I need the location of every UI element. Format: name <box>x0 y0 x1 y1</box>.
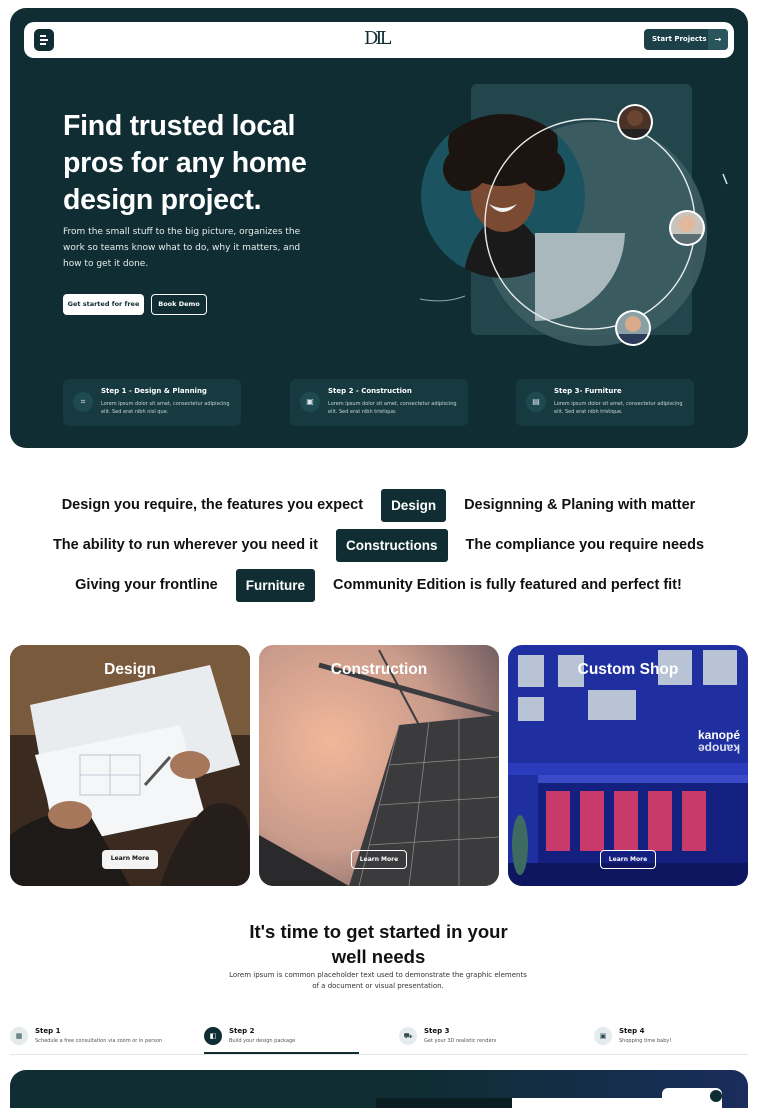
design-card[interactable]: Design Learn More <box>10 645 250 886</box>
cta-title-line2: well needs <box>331 946 426 967</box>
banner-dark-panel <box>376 1098 512 1108</box>
step-description: Lorem ipsum dolor sit amet, consectetur … <box>554 401 683 415</box>
tag-pill-furniture[interactable]: Furniture <box>235 568 315 602</box>
tagline-right: Designning & Planing with matter <box>464 497 696 513</box>
tab-title: Step 3 <box>424 1027 450 1035</box>
tagline-row: Design you require, the features you exp… <box>0 487 757 523</box>
step-card[interactable]: ⌗ Step 1 - Design & Planning Lorem ipsum… <box>63 379 241 426</box>
tagline-row: Giving your frontline Furniture Communit… <box>0 567 757 603</box>
tab-title: Step 1 <box>35 1027 61 1035</box>
cta-title-line1: It's time to get started in your <box>249 921 508 942</box>
hero-title: Find trusted local pros for any home des… <box>63 110 307 216</box>
hero-description: From the small stuff to the big picture,… <box>63 227 301 269</box>
card-title: Design <box>104 661 156 678</box>
learn-more-button[interactable]: Learn More <box>102 850 158 869</box>
learn-more-button[interactable]: Learn More <box>600 850 656 869</box>
book-demo-button[interactable]: Book Demo <box>151 294 207 315</box>
tagline-right: The compliance you require needs <box>465 537 705 553</box>
card-title: Construction <box>330 661 428 678</box>
hero-section: DIL Start Projects → Find trusted local … <box>10 8 748 448</box>
tagline-left: Design you require, the features you exp… <box>61 497 364 513</box>
steps-row: ⌗ Step 1 - Design & Planning Lorem ipsum… <box>63 379 696 427</box>
step-title: Step 2 - Construction <box>328 387 412 395</box>
document-icon: ◧ <box>204 1027 222 1045</box>
logo[interactable]: DIL <box>364 28 391 49</box>
tab-description: Get your 3D realistic renders <box>424 1038 497 1044</box>
tagline-right: Community Edition is fully featured and … <box>333 577 682 593</box>
calendar-icon: ▦ <box>10 1027 28 1045</box>
tag-pill-constructions[interactable]: Constructions <box>336 528 448 562</box>
tab-description: Shopping time baby! <box>619 1038 672 1044</box>
step-description: Lorem ipsum dolor sit amet, consectetur … <box>328 401 457 415</box>
tagline-row: The ability to run wherever you need it … <box>0 527 757 563</box>
process-tabs: ▦ Step 1 Schedule a free consultation vi… <box>10 1018 748 1055</box>
tab-title: Step 2 <box>229 1027 255 1035</box>
grid-icon: ⌗ <box>73 392 93 412</box>
bottom-banner <box>10 1070 748 1108</box>
card-title: Custom Shop <box>577 661 679 678</box>
start-projects-button[interactable]: Start Projects → <box>644 29 728 50</box>
construction-card[interactable]: Construction Learn More <box>259 645 499 886</box>
step-title: Step 3- Furniture <box>554 387 622 395</box>
step-title: Step 1 - Design & Planning <box>101 387 207 395</box>
pin-icon <box>710 1090 722 1102</box>
custom-shop-card[interactable]: kanopé ǝdouɐʞ Custom Shop Learn More <box>508 645 748 886</box>
car-icon: ⛟ <box>399 1027 417 1045</box>
tab-step-1[interactable]: ▦ Step 1 Schedule a free consultation vi… <box>10 1024 200 1054</box>
crane-icon: ▣ <box>300 392 320 412</box>
shop-sign: kanopé ǝdouɐʞ <box>698 729 740 753</box>
tab-description: Schedule a free consultation via zoom or… <box>35 1038 163 1044</box>
start-projects-label: Start Projects <box>652 35 707 43</box>
step-card[interactable]: ▤ Step 3- Furniture Lorem ipsum dolor si… <box>516 379 694 426</box>
active-tab-indicator <box>204 1052 359 1054</box>
tab-title: Step 4 <box>619 1027 645 1035</box>
cta-title: It's time to get started in your well ne… <box>0 919 757 969</box>
arrow-right-icon: → <box>708 29 728 50</box>
sofa-icon: ▤ <box>526 392 546 412</box>
learn-more-button[interactable]: Learn More <box>351 850 407 869</box>
tab-description: Build your design package <box>229 1038 296 1044</box>
tab-step-3[interactable]: ⛟ Step 3 Get your 3D realistic renders <box>399 1024 589 1054</box>
tab-step-2[interactable]: ◧ Step 2 Build your design package <box>204 1024 394 1054</box>
tagline-left: The ability to run wherever you need it <box>52 537 319 553</box>
bag-icon: ▣ <box>594 1027 612 1045</box>
hero-illustration <box>419 84 728 346</box>
step-description: Lorem ipsum dolor sit amet, consectetur … <box>101 401 230 415</box>
top-nav: DIL Start Projects → <box>24 22 734 58</box>
menu-icon[interactable] <box>34 29 54 51</box>
tag-pill-design[interactable]: Design <box>381 488 447 522</box>
tagline-left: Giving your frontline <box>75 577 218 593</box>
shop-sign-reflection: ǝdouɐʞ <box>697 740 740 754</box>
banner-white-panel <box>512 1098 662 1108</box>
step-card[interactable]: ▣ Step 2 - Construction Lorem ipsum dolo… <box>290 379 468 426</box>
get-started-button[interactable]: Get started for free <box>63 294 144 315</box>
cta-description: Lorem ipsum is common placeholder text u… <box>229 971 527 990</box>
tab-step-4[interactable]: ▣ Step 4 Shopping time baby! <box>594 1024 757 1054</box>
